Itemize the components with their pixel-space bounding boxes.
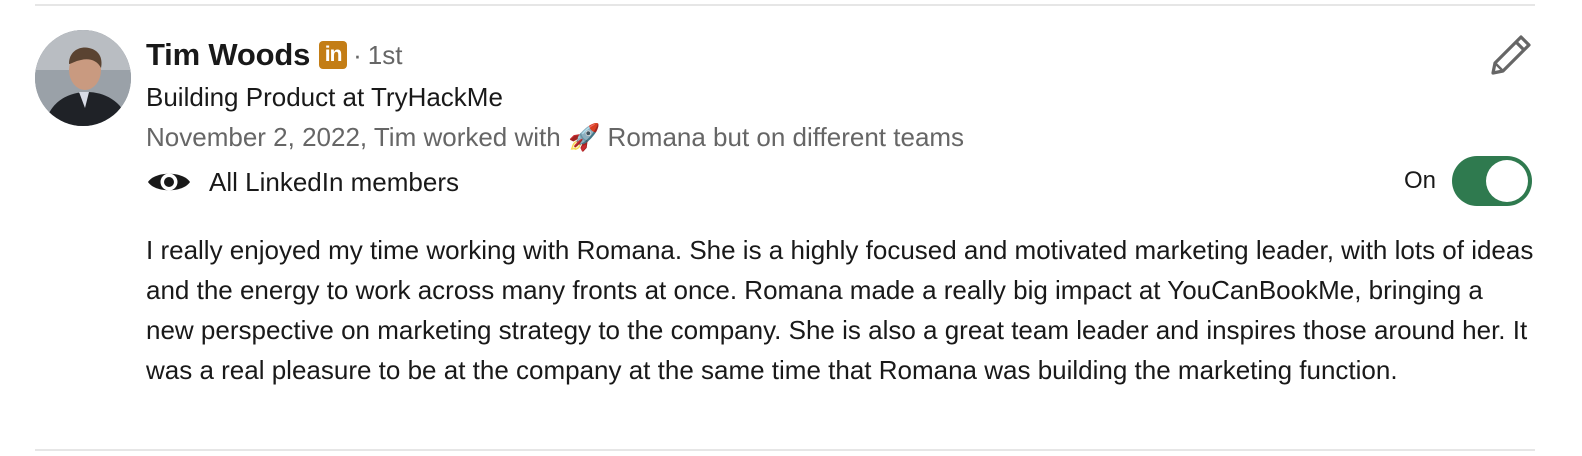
separator-dot: · [353,39,362,70]
visibility-toggle-group: On [1404,156,1532,206]
pencil-icon [1489,33,1533,77]
linkedin-icon: in [319,41,348,69]
visibility-label: All LinkedIn members [209,166,459,197]
author-name[interactable]: Tim Woods [146,37,310,73]
visibility-row: All LinkedIn members [146,164,459,200]
top-divider [35,4,1535,6]
bottom-divider [35,449,1535,451]
recommendation-meta: November 2, 2022, Tim worked with 🚀 Roma… [146,122,965,152]
visibility-toggle[interactable] [1452,156,1532,206]
author-header: Tim Woods in · 1st [146,36,402,74]
toggle-label: On [1403,167,1436,194]
toggle-knob [1486,160,1528,202]
avatar[interactable] [35,30,131,126]
author-headline: Building Product at TryHackMe [146,82,503,112]
recommendation-text: I really enjoyed my time working with Ro… [146,235,1534,385]
eye-icon [146,167,192,197]
connection-degree: 1st [367,39,403,70]
edit-button[interactable] [1488,32,1534,78]
